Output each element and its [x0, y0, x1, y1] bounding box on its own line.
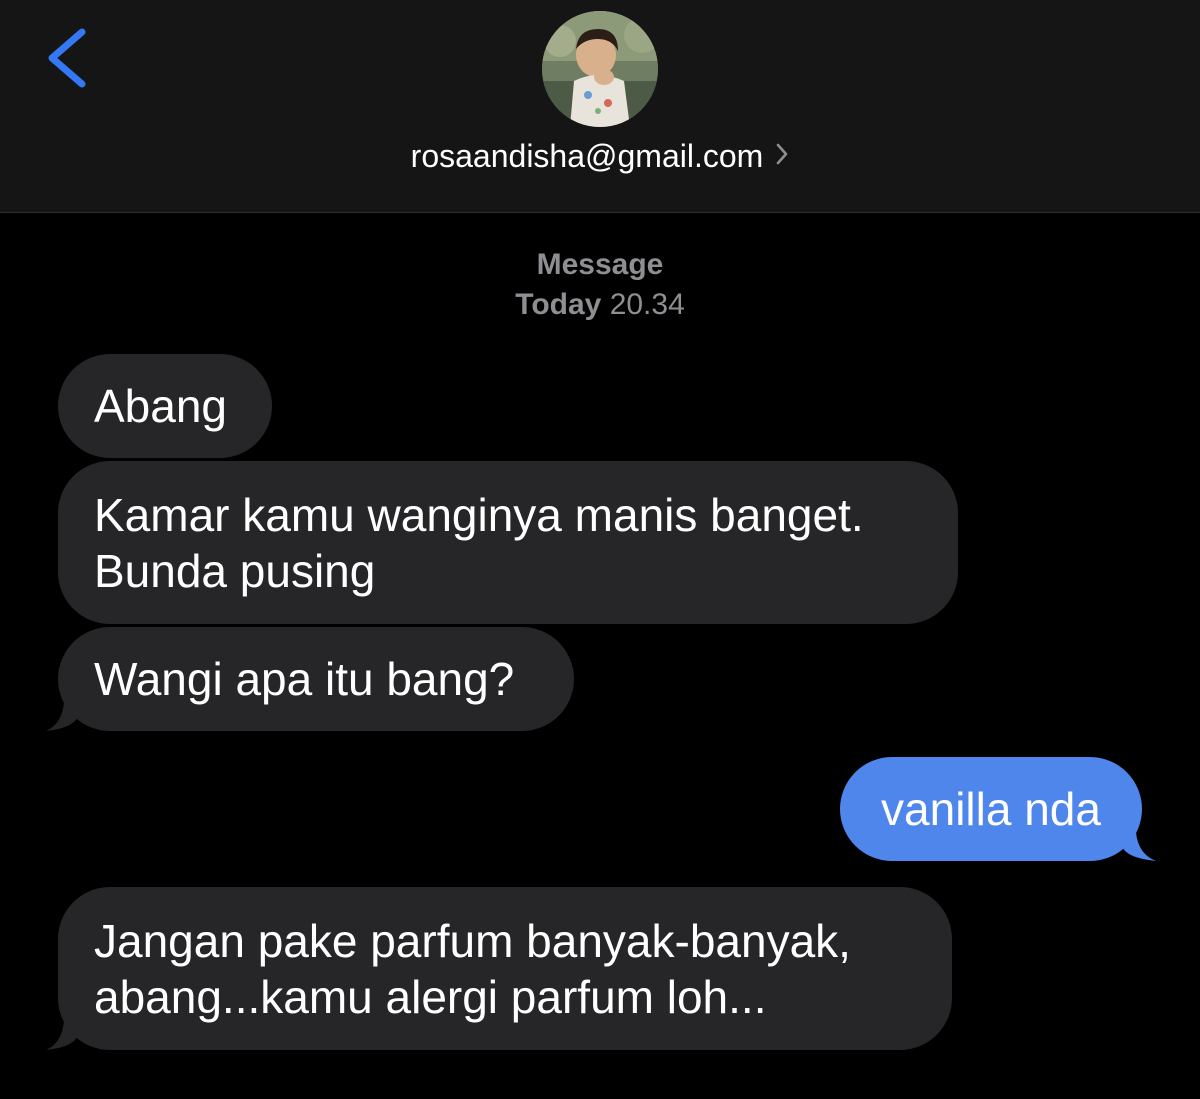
contact-name: rosaandisha@gmail.com [410, 138, 764, 174]
message-text-line: Kamar kamu wanginya manis banget. [94, 488, 864, 541]
thread-service-label: Message [536, 248, 664, 281]
timestamp-day: Today [515, 288, 602, 321]
message-text: vanilla nda [881, 783, 1101, 835]
conversation-header: rosaandisha@gmail.com [0, 0, 1200, 213]
message-text-line: Bunda pusing [94, 544, 376, 597]
message-text-line: abang...kamu alergi parfum loh... [94, 970, 767, 1023]
message-text-line: Jangan pake parfum banyak-banyak, [94, 914, 851, 967]
message-bubble-received[interactable]: Abang [58, 354, 272, 458]
bubble-tail [46, 690, 78, 731]
message-bubble-received[interactable]: Jangan pake parfum banyak-banyak, abang.… [58, 887, 952, 1050]
timestamp-time: 20.34 [609, 288, 685, 321]
contact-avatar[interactable] [542, 11, 658, 127]
contact-name-button[interactable]: rosaandisha@gmail.com [0, 138, 1200, 175]
thread-timestamp: Today 20.34 [0, 288, 1200, 322]
message-bubble-sent[interactable]: vanilla nda [840, 757, 1142, 861]
bubble-tail [1122, 820, 1156, 861]
chevron-right-icon [775, 137, 789, 174]
message-text: Wangi apa itu bang? [94, 653, 515, 705]
message-text: Abang [94, 380, 228, 432]
avatar-photo [542, 11, 658, 127]
message-bubble-received[interactable]: Kamar kamu wanginya manis banget. Bunda … [58, 461, 958, 624]
chevron-left-icon [48, 28, 86, 88]
bubble-tail [46, 1009, 78, 1050]
back-button[interactable] [40, 22, 100, 94]
message-bubble-received[interactable]: Wangi apa itu bang? [58, 627, 574, 731]
